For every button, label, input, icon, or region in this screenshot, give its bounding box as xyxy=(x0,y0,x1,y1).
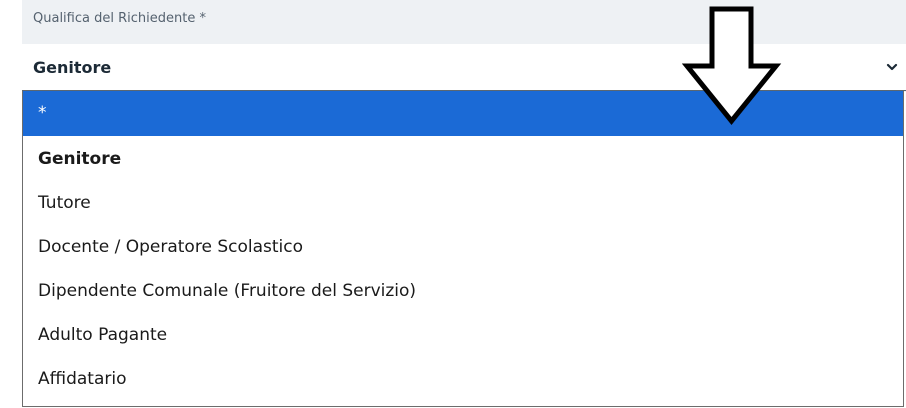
dropdown-option-placeholder[interactable]: * xyxy=(23,91,903,136)
field-label: Qualifica del Richiedente * xyxy=(33,11,206,26)
dropdown-option-dipendente-comunale[interactable]: Dipendente Comunale (Fruitore del Serviz… xyxy=(23,269,903,313)
dropdown-list: * Genitore Tutore Docente / Operatore Sc… xyxy=(22,91,904,407)
dropdown-option-tutore[interactable]: Tutore xyxy=(23,181,903,225)
dropdown-option-docente[interactable]: Docente / Operatore Scolastico xyxy=(23,225,903,269)
dropdown-option-genitore[interactable]: Genitore xyxy=(23,137,903,181)
chevron-down-icon xyxy=(886,63,898,71)
form-field-container: Qualifica del Richiedente * Genitore * G… xyxy=(0,0,906,408)
dropdown-option-affidatario[interactable]: Affidatario xyxy=(23,357,903,401)
dropdown-option-adulto-pagante[interactable]: Adulto Pagante xyxy=(23,313,903,357)
qualifica-select[interactable]: Genitore xyxy=(22,44,906,91)
select-current-value: Genitore xyxy=(33,58,112,77)
